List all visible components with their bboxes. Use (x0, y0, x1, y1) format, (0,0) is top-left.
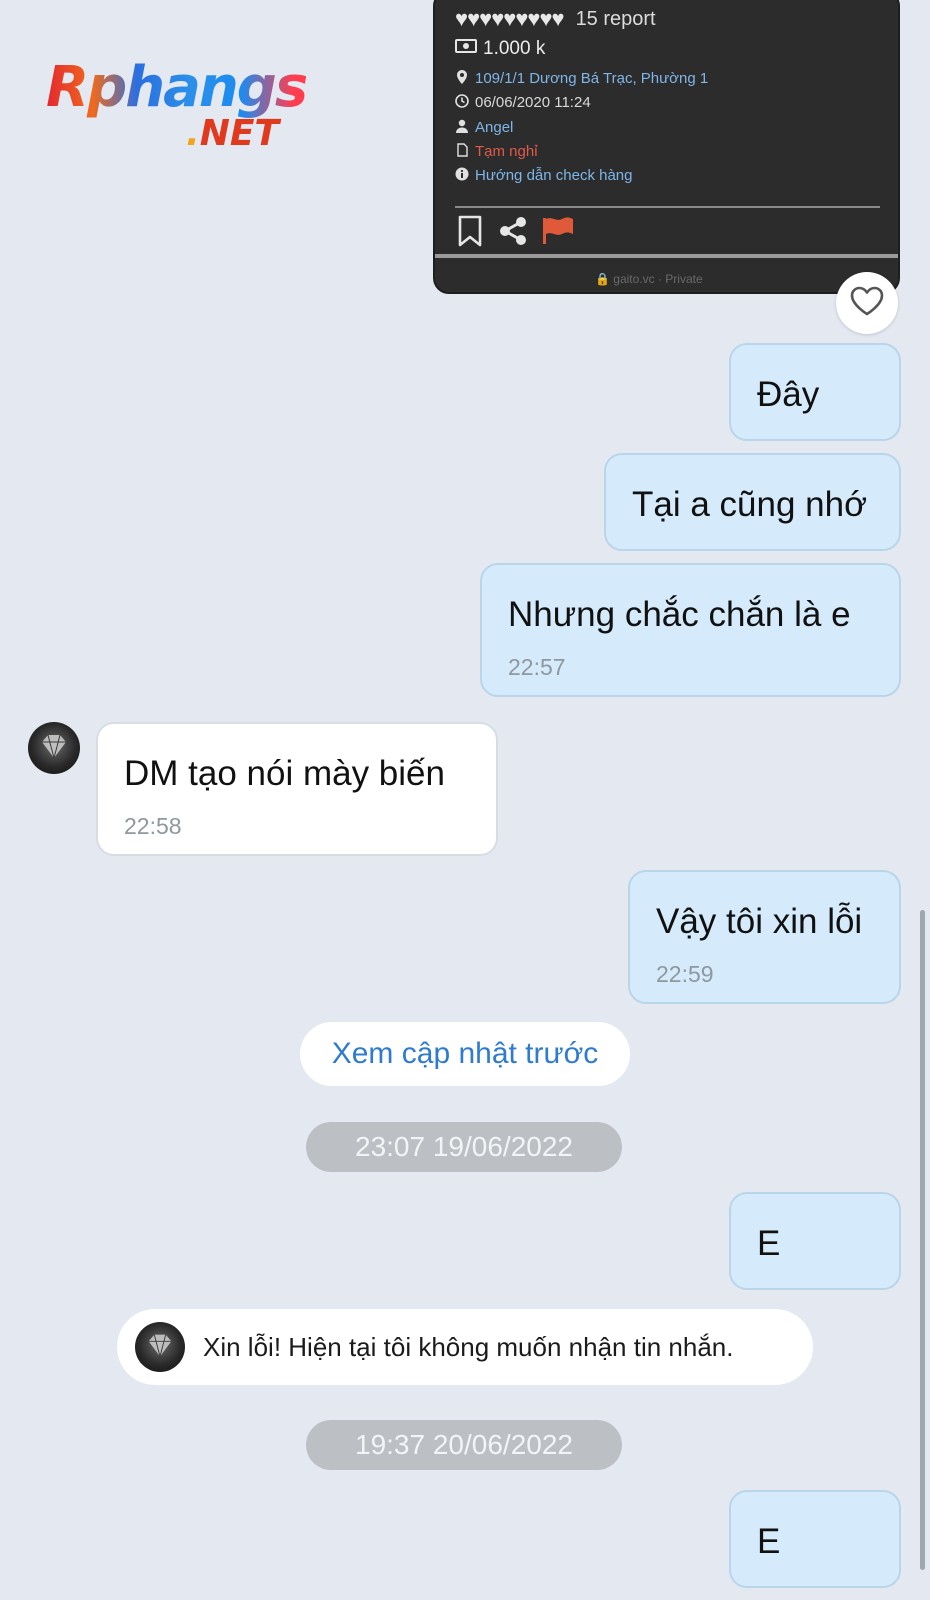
address-link[interactable]: 109/1/1 Dương Bá Trạc, Phường 1 (475, 70, 708, 87)
diamond-icon (42, 734, 66, 759)
message-bubble-incoming[interactable]: DM tạo nói mày biến 22:58 (96, 722, 498, 856)
shared-post-card[interactable]: ♥♥♥♥♥♥♥♥♥ 15 report 1.000 k 109/1/1 Dươn… (433, 0, 900, 294)
message-time: 22:59 (656, 961, 714, 987)
card-actions (455, 214, 575, 253)
heart-outline-icon (850, 286, 884, 321)
clock-icon (455, 94, 469, 111)
guide-row[interactable]: Hướng dẫn check hàng (455, 167, 632, 184)
message-bubble-outgoing[interactable]: E (729, 1490, 901, 1588)
message-text: Tại a cũng nhớ (632, 485, 868, 524)
message-bubble-outgoing[interactable]: Vậy tôi xin lỗi 22:59 (628, 870, 901, 1004)
document-icon (455, 143, 469, 160)
address-row[interactable]: 109/1/1 Dương Bá Trạc, Phường 1 (455, 70, 708, 87)
message-text: E (757, 1522, 781, 1561)
info-icon (455, 167, 469, 184)
watermark-logo: Rphangs .NET (46, 58, 336, 158)
watermark-domain-text: NET (199, 113, 279, 154)
status-row: Tạm nghỉ (455, 143, 538, 160)
user-icon (455, 119, 469, 136)
user-row[interactable]: Angel (455, 119, 513, 136)
message-text: Nhưng chắc chắn là e (508, 595, 851, 634)
card-footer: 🔒 gaito.vc · Private (595, 272, 703, 286)
report-flag-icon[interactable] (541, 216, 575, 251)
scrollbar[interactable] (920, 910, 925, 1570)
date-separator: 23:07 19/06/2022 (306, 1122, 622, 1172)
notice-text: Xin lỗi! Hiện tại tôi không muốn nhận ti… (203, 1331, 734, 1362)
message-bubble-outgoing[interactable]: Tại a cũng nhớ (604, 453, 901, 551)
map-pin-icon (455, 70, 469, 87)
message-text: E (757, 1224, 781, 1263)
avatar[interactable] (28, 722, 80, 774)
watermark-dot: . (186, 113, 200, 154)
message-text: DM tạo nói mày biến (124, 754, 445, 793)
share-icon[interactable] (497, 215, 529, 252)
rating-row: ♥♥♥♥♥♥♥♥♥ 15 report (455, 6, 656, 32)
guide-link[interactable]: Hướng dẫn check hàng (475, 167, 632, 184)
message-bubble-outgoing[interactable]: Nhưng chắc chắn là e 22:57 (480, 563, 901, 697)
card-divider (455, 206, 880, 208)
rating-hearts-icon: ♥♥♥♥♥♥♥♥♥ (455, 6, 565, 31)
price-value: 1.000 k (483, 38, 546, 59)
status-text: Tạm nghỉ (475, 143, 538, 160)
bookmark-icon[interactable] (455, 214, 485, 253)
chat-screen: Rphangs .NET ♥♥♥♥♥♥♥♥♥ 15 report 1.000 k… (0, 0, 930, 1600)
avatar[interactable] (135, 1322, 185, 1372)
money-icon (455, 38, 477, 60)
message-bubble-outgoing[interactable]: E (729, 1192, 901, 1290)
message-time: 22:58 (124, 813, 182, 839)
date-row: 06/06/2020 11:24 (455, 94, 591, 111)
report-count: 15 report (575, 7, 656, 30)
card-bottom-bar (435, 254, 898, 258)
user-link[interactable]: Angel (475, 119, 513, 136)
message-text: Đây (757, 375, 820, 414)
post-datetime: 06/06/2020 11:24 (475, 94, 591, 111)
watermark-brand: Rphangs (46, 55, 308, 120)
message-time: 22:57 (508, 654, 566, 680)
diamond-icon (148, 1334, 172, 1357)
date-separator: 19:37 20/06/2022 (306, 1420, 622, 1470)
watermark-domain: .NET (186, 114, 279, 154)
message-bubble-outgoing[interactable]: Đây (729, 343, 901, 441)
price-row: 1.000 k (455, 38, 545, 60)
auto-reply-notice: Xin lỗi! Hiện tại tôi không muốn nhận ti… (117, 1309, 813, 1385)
load-previous-button[interactable]: Xem cập nhật trước (300, 1022, 630, 1086)
like-button[interactable] (836, 272, 898, 334)
message-text: Vậy tôi xin lỗi (656, 902, 863, 941)
